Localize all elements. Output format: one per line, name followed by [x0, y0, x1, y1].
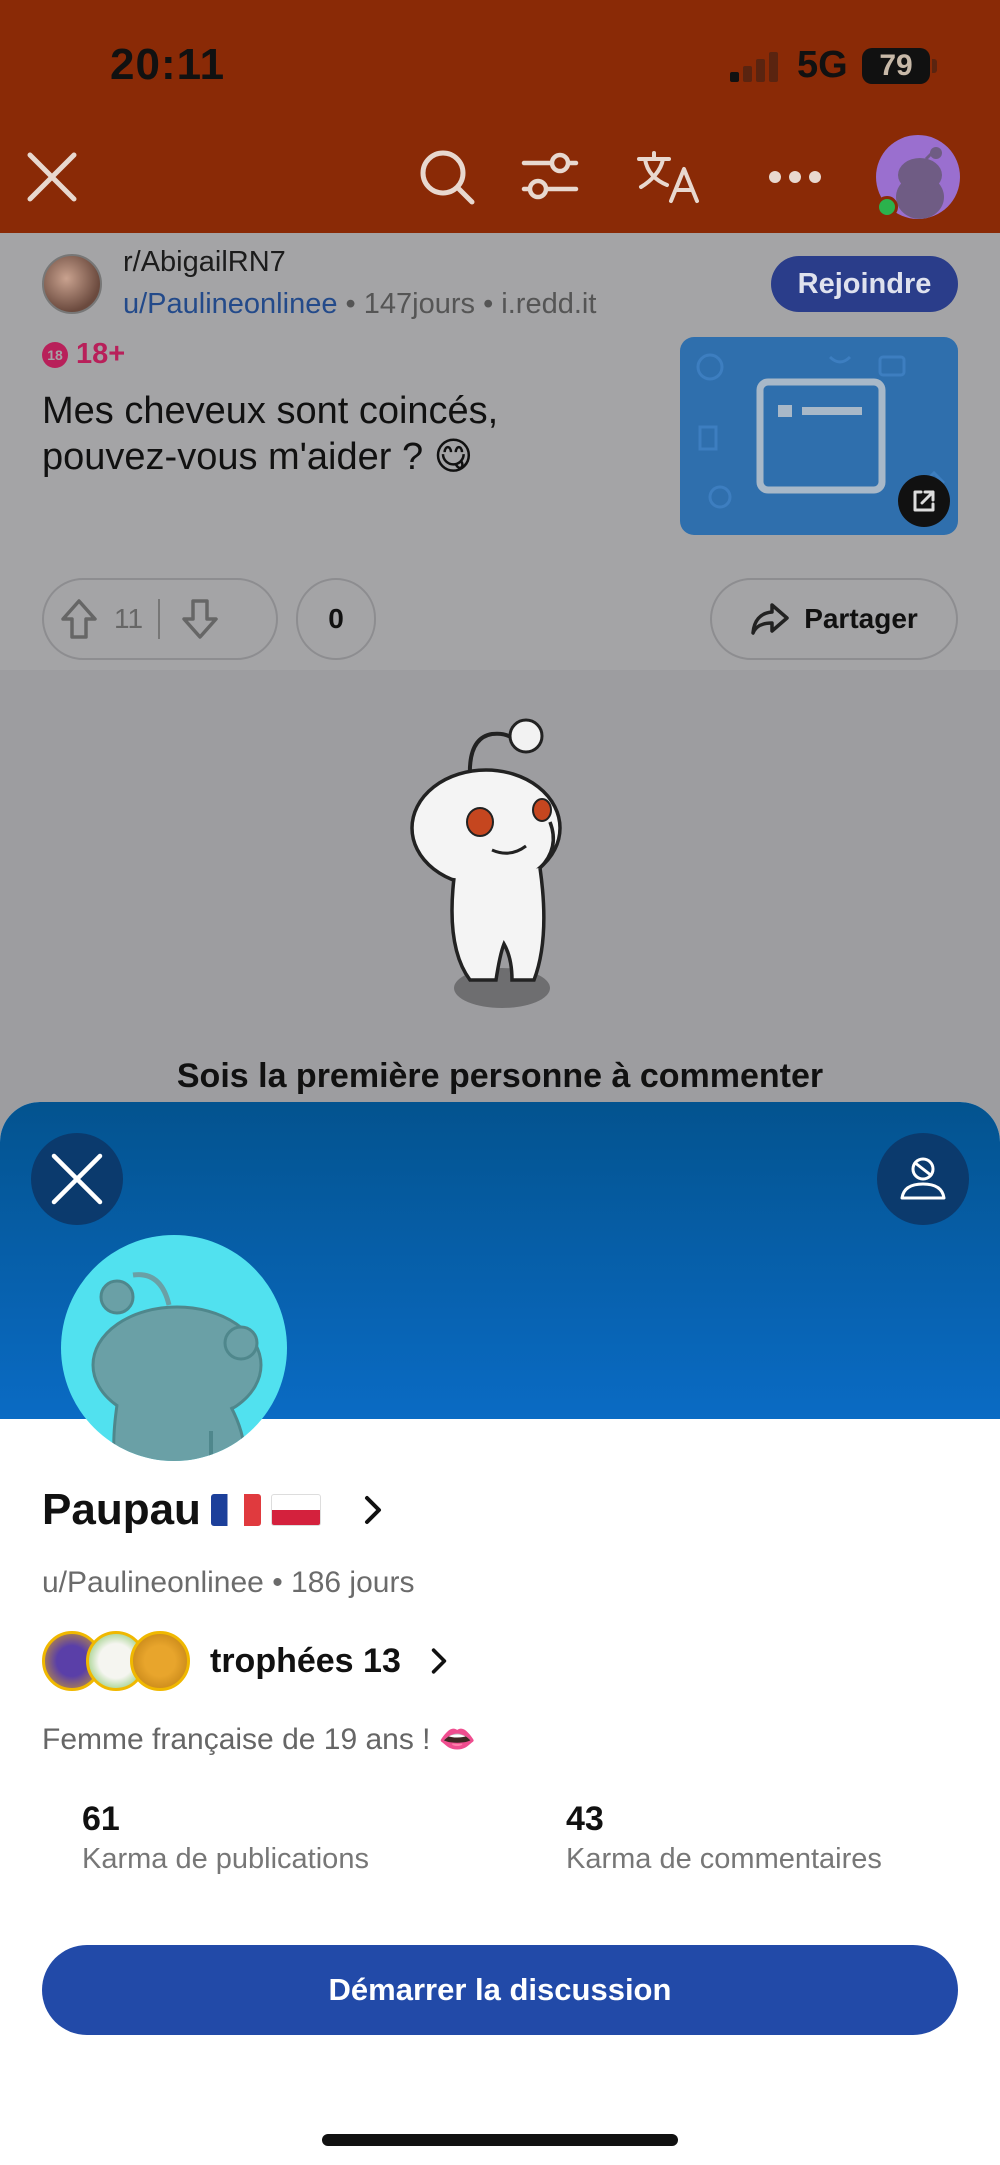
- share-button[interactable]: Partager: [710, 578, 958, 660]
- translate-icon[interactable]: [632, 145, 708, 209]
- profile-avatar[interactable]: [61, 1235, 287, 1461]
- display-name-text: Paupau: [42, 1485, 201, 1534]
- battery-level: 79: [879, 49, 913, 82]
- top-bar: 20:11 5G 79: [0, 0, 1000, 233]
- comment-count: 0: [328, 603, 344, 634]
- chevron-right-icon: [431, 1648, 447, 1674]
- profile-sheet: Paupau u/Paulineonlinee • 186 jours trop…: [0, 1102, 1000, 2165]
- poland-flag-icon: [270, 1494, 321, 1526]
- downvote-icon[interactable]: [160, 579, 240, 659]
- comment-karma-label: Karma de commentaires: [566, 1843, 882, 1875]
- upvote-icon[interactable]: [44, 579, 114, 659]
- app-screen: 20:11 5G 79 r/AbigailRN7 u/Paulineonline…: [0, 0, 1000, 2165]
- post-author[interactable]: u/Paulineonlinee: [123, 288, 337, 320]
- nsfw-tag: 18 18+: [42, 338, 125, 371]
- network-type: 5G: [797, 44, 848, 86]
- profile-bio: Femme française de 19 ans ! 👄: [42, 1723, 477, 1756]
- profile-display-name[interactable]: Paupau: [42, 1485, 393, 1535]
- post-title[interactable]: Mes cheveux sont coincés, pouvez-vous m'…: [42, 388, 602, 480]
- start-chat-button[interactable]: Démarrer la discussion: [42, 1945, 958, 2035]
- comment-karma-value: 43: [566, 1800, 604, 1838]
- empty-comments-text: Sois la première personne à commenter: [176, 1057, 824, 1095]
- post-karma-label: Karma de publications: [82, 1843, 369, 1875]
- subreddit-avatar[interactable]: [42, 254, 102, 314]
- subreddit-name[interactable]: r/AbigailRN7: [123, 246, 286, 279]
- comment-karma-stat: 43 Karma de commentaires: [566, 1800, 882, 1876]
- chevron-right-icon: [364, 1496, 381, 1524]
- online-status-dot: [876, 196, 898, 218]
- user-block-icon: [900, 1157, 946, 1200]
- post-karma-value: 61: [82, 1800, 120, 1838]
- nsfw-icon: 18: [42, 341, 68, 368]
- trophies-label: trophées 13: [210, 1641, 401, 1680]
- profile-username: u/Paulineonlinee: [42, 1566, 264, 1599]
- post-age: 147jours: [363, 288, 475, 320]
- sheet-close-button[interactable]: [31, 1133, 123, 1225]
- profile-account-age: 186 jours: [291, 1566, 415, 1599]
- vote-bar: 11: [42, 578, 278, 660]
- nsfw-label: 18+: [76, 338, 126, 370]
- profile-options-button[interactable]: [877, 1133, 969, 1225]
- upvote-count: 11: [114, 603, 144, 634]
- france-flag-icon: [210, 1494, 261, 1526]
- filter-icon[interactable]: [515, 145, 585, 209]
- more-icon[interactable]: [760, 145, 830, 209]
- battery-icon: 79: [862, 48, 937, 84]
- home-indicator[interactable]: [322, 2134, 678, 2146]
- external-link-icon[interactable]: [898, 475, 950, 527]
- signal-icon: [730, 50, 782, 82]
- comment-button[interactable]: 0: [296, 578, 376, 660]
- post-meta: u/Paulineonlinee • 147jours • i.redd.it: [123, 288, 597, 320]
- trophies-row[interactable]: trophées 13: [42, 1624, 457, 1698]
- post-karma-stat: 61 Karma de publications: [82, 1800, 369, 1876]
- join-button[interactable]: Rejoindre: [771, 256, 958, 312]
- status-time: 20:11: [110, 40, 226, 89]
- post-domain: i.redd.it: [501, 288, 597, 320]
- search-icon[interactable]: [412, 145, 482, 209]
- trophy-badge-icon: [130, 1631, 190, 1691]
- snoo-mascot-illustration: [410, 718, 562, 1008]
- close-icon: [51, 1153, 103, 1205]
- share-label: Partager: [804, 603, 918, 634]
- share-icon: [751, 603, 789, 635]
- post-thumbnail[interactable]: [680, 337, 958, 535]
- profile-username-line: u/Paulineonlinee • 186 jours: [42, 1566, 415, 1599]
- close-icon[interactable]: [20, 145, 84, 209]
